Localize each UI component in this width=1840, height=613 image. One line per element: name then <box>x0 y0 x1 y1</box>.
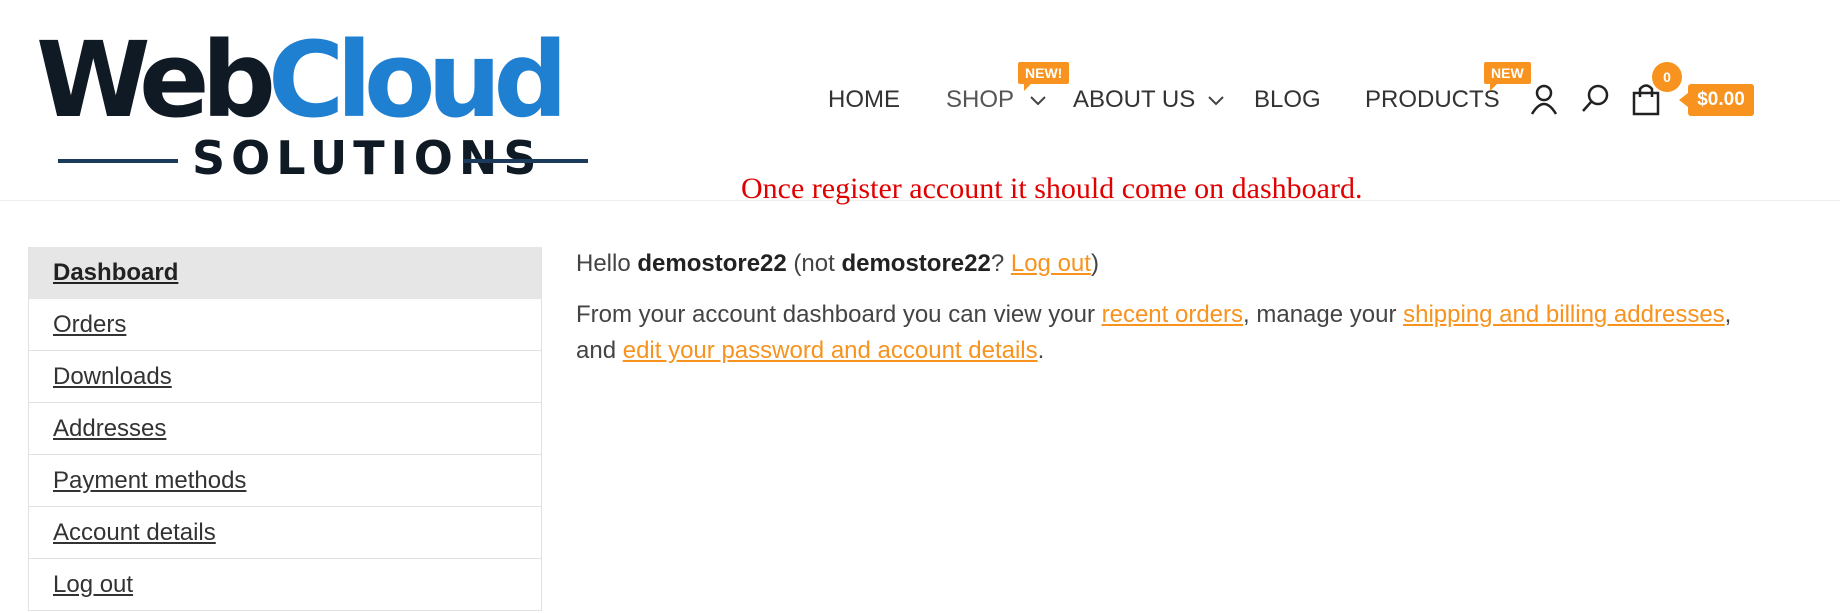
account-navigation: Dashboard Orders Downloads Addresses Pay… <box>28 247 542 611</box>
sidebar-item-logout[interactable]: Log out <box>29 559 541 611</box>
chevron-down-icon[interactable] <box>1206 90 1226 110</box>
username: demostore22 <box>637 250 787 277</box>
sidebar-item-account-details[interactable]: Account details <box>29 507 541 559</box>
greeting-line: Hello demostore22 (not demostore22? Log … <box>576 246 1736 282</box>
sidebar-item-downloads[interactable]: Downloads <box>29 351 541 403</box>
nav-about[interactable]: ABOUT US <box>1073 80 1195 120</box>
nav-blog[interactable]: BLOG <box>1254 80 1321 120</box>
hello-text: Hello <box>576 250 638 277</box>
recent-orders-link[interactable]: recent orders <box>1102 301 1243 328</box>
username-repeat: demostore22 <box>841 250 991 277</box>
intro-paragraph: From your account dashboard you can view… <box>576 297 1736 369</box>
nav-shop[interactable]: SHOP <box>946 80 1014 120</box>
nav-products[interactable]: PRODUCTS <box>1365 80 1500 120</box>
account-button[interactable] <box>1526 80 1562 120</box>
site-header: WebCloud SOLUTIONS HOME SHOP NEW! ABOUT … <box>0 0 1840 201</box>
sidebar-item-payment-methods[interactable]: Payment methods <box>29 455 541 507</box>
logo-cloud-text: Cloud <box>268 19 568 141</box>
not-text: (not <box>786 250 842 277</box>
dashboard-content: Hello demostore22 (not demostore22? Log … <box>576 246 1736 384</box>
sidebar-item-addresses[interactable]: Addresses <box>29 403 541 455</box>
logo-wordmark: WebCloud <box>36 19 568 141</box>
logo-web-text: Web <box>36 19 276 141</box>
manage-text: , manage your <box>1243 301 1404 328</box>
account-details-link[interactable]: edit your password and account details <box>623 337 1038 364</box>
logo-line-right <box>463 159 588 163</box>
period-text: . <box>1037 337 1045 364</box>
nav-home[interactable]: HOME <box>828 80 900 120</box>
shop-new-badge: NEW! <box>1018 62 1070 91</box>
close-paren: ) <box>1090 250 1099 277</box>
sidebar-item-dashboard[interactable]: Dashboard <box>29 247 541 299</box>
addresses-link[interactable]: shipping and billing addresses <box>1403 301 1725 328</box>
cart-total[interactable]: $0.00 <box>1679 84 1754 116</box>
products-new-badge: NEW <box>1484 62 1531 91</box>
user-icon <box>1530 84 1558 115</box>
annotation-text: Once register account it should come on … <box>741 172 1363 205</box>
intro-text: From your account dashboard you can view… <box>576 301 1102 328</box>
site-logo[interactable]: WebCloud SOLUTIONS <box>36 19 588 185</box>
cart-count-badge: 0 <box>1652 62 1682 92</box>
logout-link[interactable]: Log out <box>1011 250 1091 277</box>
logo-tagline-text: SOLUTIONS <box>192 131 543 185</box>
logo-line-left <box>58 159 178 163</box>
search-icon <box>1582 84 1609 112</box>
logo-tagline: SOLUTIONS <box>58 128 588 188</box>
sidebar-item-orders[interactable]: Orders <box>29 299 541 351</box>
question-text: ? <box>990 250 1011 277</box>
chevron-down-icon[interactable] <box>1028 90 1048 110</box>
search-button[interactable] <box>1578 80 1614 120</box>
